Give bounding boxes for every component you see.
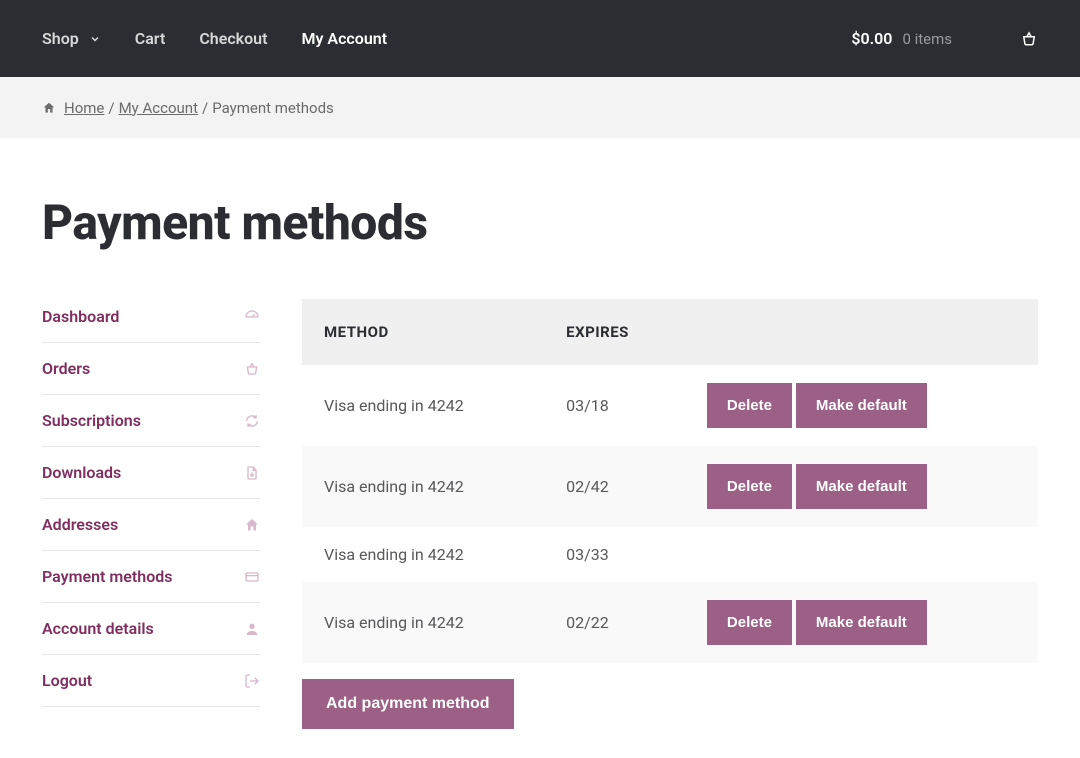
sidebar-item-label: Logout: [42, 671, 92, 690]
breadcrumb-sep: /: [108, 99, 114, 117]
chevron-down-icon: [89, 33, 101, 45]
breadcrumb-home-link[interactable]: Home: [64, 99, 104, 117]
th-expires: EXPIRES: [544, 299, 685, 365]
nav-cart[interactable]: Cart: [135, 29, 166, 48]
breadcrumb: Home / My Account / Payment methods: [0, 77, 1080, 138]
th-actions: [685, 299, 1038, 365]
user-icon: [244, 621, 260, 637]
table-row: Visa ending in 424203/33: [302, 527, 1038, 582]
th-method: METHOD: [302, 299, 544, 365]
make-default-button[interactable]: Make default: [796, 464, 927, 509]
sidebar-item-logout[interactable]: Logout: [42, 655, 260, 707]
sidebar-item-addresses[interactable]: Addresses: [42, 499, 260, 551]
logout-icon: [244, 673, 260, 689]
sidebar-item-label: Account details: [42, 619, 154, 638]
cell-expires: 02/42: [544, 446, 685, 527]
breadcrumb-account-link[interactable]: My Account: [119, 99, 198, 117]
make-default-button[interactable]: Make default: [796, 600, 927, 645]
table-row: Visa ending in 424203/18DeleteMake defau…: [302, 365, 1038, 446]
delete-button[interactable]: Delete: [707, 600, 792, 645]
cell-actions: DeleteMake default: [685, 365, 1038, 446]
cell-method: Visa ending in 4242: [302, 527, 544, 582]
sidebar-item-orders[interactable]: Orders: [42, 343, 260, 395]
sidebar-item-label: Downloads: [42, 463, 121, 482]
cart-amount: $0.00: [851, 29, 892, 48]
cell-method: Visa ending in 4242: [302, 365, 544, 446]
card-icon: [244, 569, 260, 585]
cell-actions: [685, 527, 1038, 582]
nav-checkout[interactable]: Checkout: [199, 29, 267, 48]
breadcrumb-sep: /: [202, 99, 208, 117]
cell-expires: 03/18: [544, 365, 685, 446]
cell-method: Visa ending in 4242: [302, 582, 544, 663]
cart-items-count: 0 items: [902, 30, 952, 48]
sidebar-item-label: Subscriptions: [42, 411, 141, 430]
cart-summary[interactable]: $0.00 0 items: [851, 29, 1038, 48]
nav-shop[interactable]: Shop: [42, 29, 101, 48]
basket-icon: [244, 361, 260, 377]
nav-shop-label: Shop: [42, 29, 79, 48]
sidebar-item-subscriptions[interactable]: Subscriptions: [42, 395, 260, 447]
breadcrumb-home[interactable]: Home: [42, 99, 104, 117]
file-icon: [244, 465, 260, 481]
payment-methods-table: METHOD EXPIRES Visa ending in 424203/18D…: [302, 299, 1038, 663]
home-icon: [244, 517, 260, 533]
make-default-button[interactable]: Make default: [796, 383, 927, 428]
table-row: Visa ending in 424202/42DeleteMake defau…: [302, 446, 1038, 527]
sidebar-item-downloads[interactable]: Downloads: [42, 447, 260, 499]
main-content: METHOD EXPIRES Visa ending in 424203/18D…: [302, 299, 1038, 729]
delete-button[interactable]: Delete: [707, 383, 792, 428]
cell-expires: 02/22: [544, 582, 685, 663]
sidebar-item-payment-methods[interactable]: Payment methods: [42, 551, 260, 603]
dashboard-icon: [244, 309, 260, 325]
basket-icon: [1020, 30, 1038, 48]
nav-my-account-label: My Account: [301, 29, 387, 48]
sidebar-item-label: Orders: [42, 359, 90, 378]
sidebar-item-label: Dashboard: [42, 307, 119, 326]
home-icon: [42, 101, 56, 115]
cell-actions: DeleteMake default: [685, 582, 1038, 663]
breadcrumb-current: Payment methods: [212, 99, 334, 117]
delete-button[interactable]: Delete: [707, 464, 792, 509]
table-row: Visa ending in 424202/22DeleteMake defau…: [302, 582, 1038, 663]
sidebar-item-dashboard[interactable]: Dashboard: [42, 299, 260, 343]
nav-my-account[interactable]: My Account: [301, 29, 387, 48]
add-payment-method-button[interactable]: Add payment method: [302, 679, 514, 729]
cell-method: Visa ending in 4242: [302, 446, 544, 527]
refresh-icon: [244, 413, 260, 429]
account-sidebar: Dashboard Orders Subscriptions Downloads Add…: [42, 299, 260, 729]
nav-cart-label: Cart: [135, 29, 166, 48]
nav-left: Shop Cart Checkout My Account: [42, 29, 387, 48]
sidebar-item-label: Payment methods: [42, 567, 173, 586]
page-title: Payment methods: [42, 194, 1038, 251]
nav-checkout-label: Checkout: [199, 29, 267, 48]
top-nav: Shop Cart Checkout My Account $0.00 0 it…: [0, 0, 1080, 77]
cell-actions: DeleteMake default: [685, 446, 1038, 527]
cell-expires: 03/33: [544, 527, 685, 582]
sidebar-item-account-details[interactable]: Account details: [42, 603, 260, 655]
sidebar-item-label: Addresses: [42, 515, 118, 534]
